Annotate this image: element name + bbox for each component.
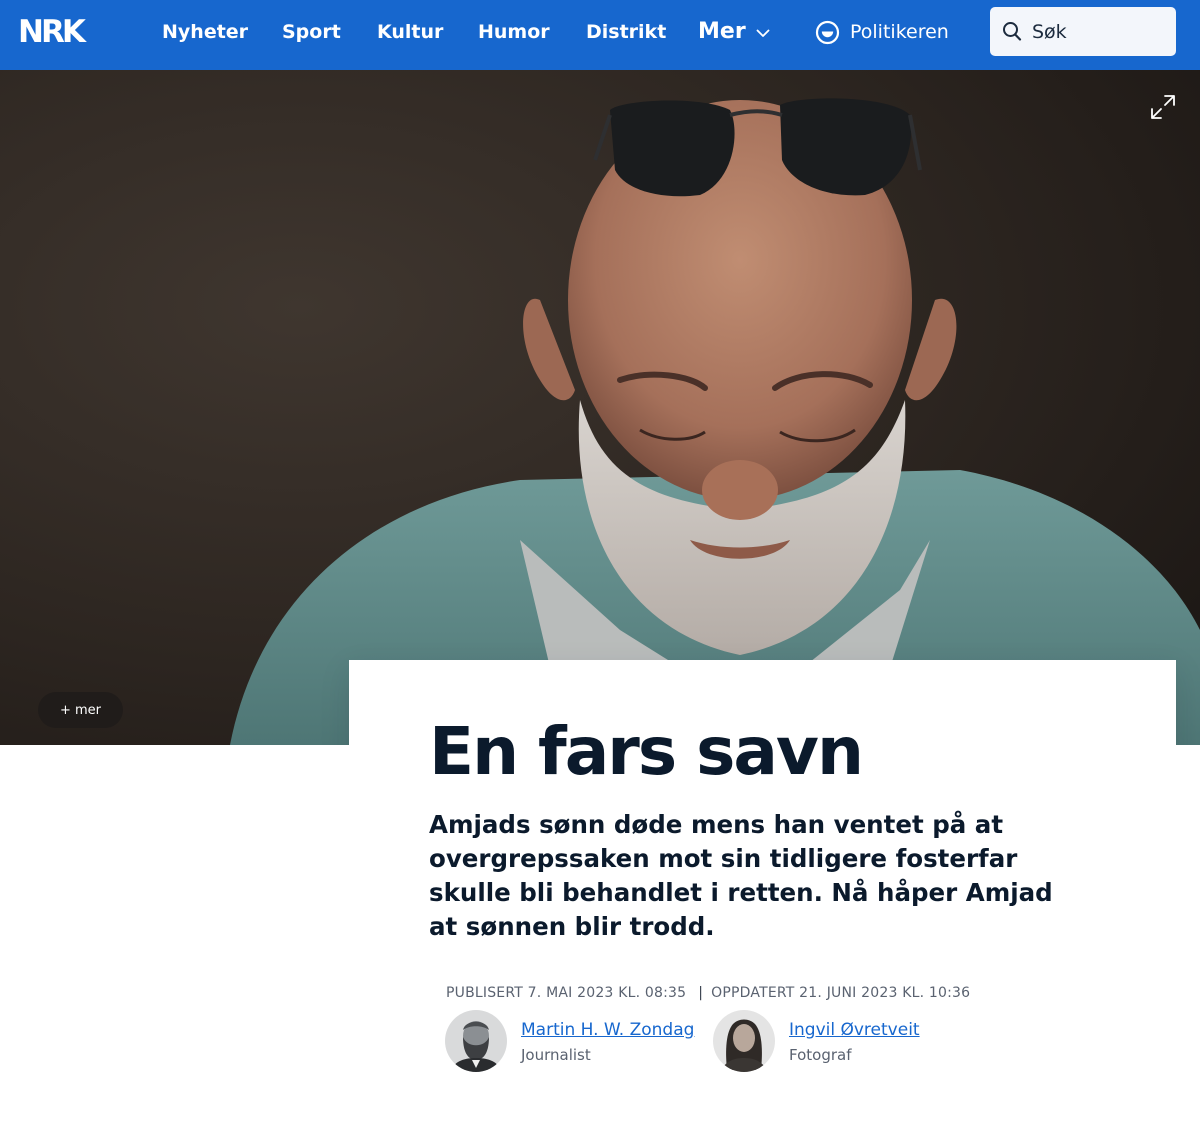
nav-item-nyheter[interactable]: Nyheter — [162, 20, 248, 44]
author-role: Fotograf — [789, 1046, 852, 1064]
nav-item-kultur[interactable]: Kultur — [377, 20, 443, 44]
hero-image — [0, 70, 1200, 745]
updated-date: Oppdatert 21. juni 2023 kl. 10:36 — [711, 985, 971, 1001]
article-title: En fars savn — [429, 713, 864, 790]
nav-item-humor[interactable]: Humor — [478, 20, 550, 44]
nav-politikeren-label: Politikeren — [850, 21, 949, 43]
chevron-down-icon — [756, 29, 770, 37]
nav-more-menu[interactable]: Mer — [698, 18, 770, 46]
nav-more-label: Mer — [698, 19, 746, 44]
published-date: Publisert 7. mai 2023 kl. 08:35 — [446, 985, 687, 1001]
author-name-link[interactable]: Martin H. W. Zondag — [521, 1020, 694, 1040]
politikeren-smile-icon — [815, 20, 840, 44]
author-role: Journalist — [521, 1046, 591, 1064]
avatar — [713, 1010, 775, 1072]
date-separator: | — [698, 985, 704, 1001]
nrk-logo-text: NRK — [18, 18, 87, 44]
search-field[interactable]: Søk — [990, 7, 1176, 56]
expand-icon[interactable] — [1150, 94, 1176, 120]
nav-item-distrikt[interactable]: Distrikt — [586, 20, 666, 44]
nrk-logo[interactable]: NRK — [18, 18, 88, 44]
search-placeholder: Søk — [1032, 20, 1067, 43]
hero-photo-man-with-sunglasses — [0, 70, 1200, 745]
nav-item-sport[interactable]: Sport — [282, 20, 341, 44]
byline-author-1: Martin H. W. Zondag Journalist — [445, 1010, 694, 1072]
image-caption-more-button[interactable]: + mer — [38, 692, 123, 728]
article-lead: Amjads sønn døde mens han ventet på at o… — [429, 810, 1053, 941]
avatar — [445, 1010, 507, 1072]
search-icon — [1003, 22, 1022, 41]
article-dates: Publisert 7. mai 2023 kl. 08:35 | Oppdat… — [446, 983, 970, 1003]
byline-author-2: Ingvil Øvretveit Fotograf — [713, 1010, 920, 1072]
author-name-link[interactable]: Ingvil Øvretveit — [789, 1020, 920, 1040]
nav-politikeren[interactable]: Politikeren — [815, 18, 949, 46]
top-navigation-bar: NRK Nyheter Sport Kultur Humor Distrikt … — [0, 0, 1200, 70]
